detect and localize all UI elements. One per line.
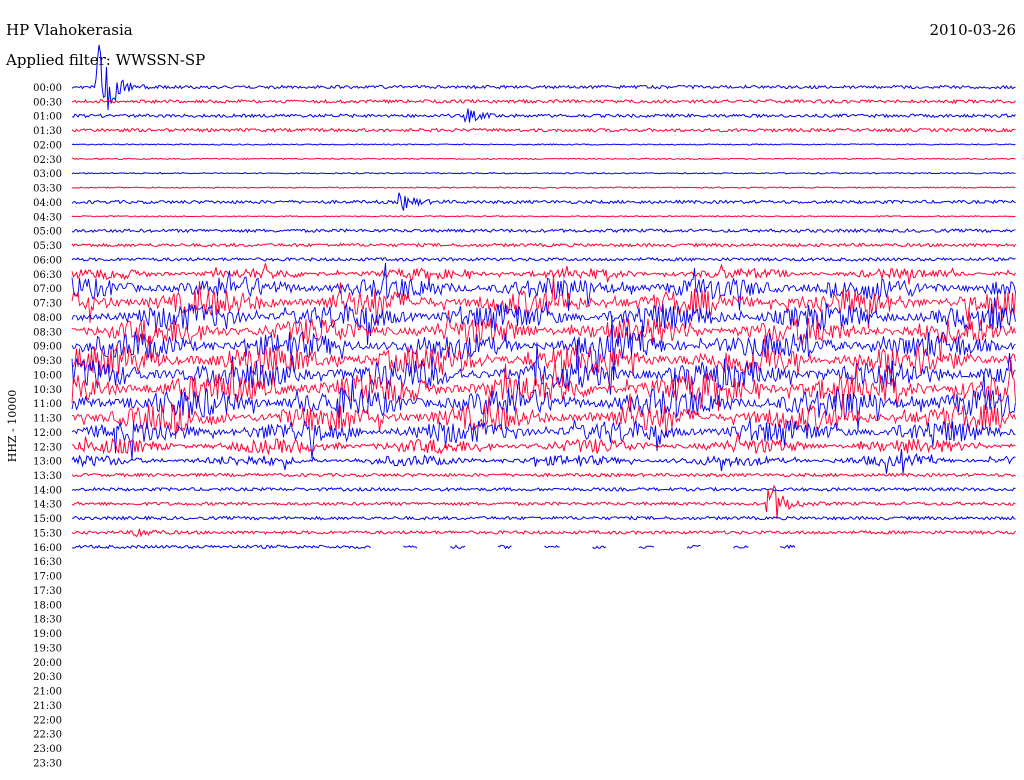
time-label: 07:30 (33, 299, 62, 310)
time-label: 18:00 (33, 600, 62, 611)
time-label: 00:00 (33, 83, 62, 94)
time-label: 17:00 (33, 572, 62, 583)
time-label: 22:00 (33, 715, 62, 726)
time-label: 03:00 (33, 169, 62, 180)
time-label: 15:00 (33, 514, 62, 525)
trace-row-0200 (71, 143, 1016, 146)
trace-row-0630 (71, 263, 1016, 285)
seismic-traces (71, 44, 1016, 550)
time-label: 10:30 (33, 385, 62, 396)
trace-row-0830 (71, 307, 1016, 362)
time-label: 23:00 (33, 744, 62, 755)
time-label: 03:30 (33, 184, 62, 195)
trace-row-1330 (71, 472, 1016, 478)
trace-row-0330 (72, 186, 1016, 189)
time-label: 18:30 (33, 615, 62, 626)
time-label: 13:30 (33, 471, 62, 482)
time-label: 14:30 (33, 500, 62, 511)
time-label: 05:30 (33, 241, 62, 252)
time-label: 07:00 (33, 284, 62, 295)
channel-label: HHZ - 10000 (6, 390, 19, 463)
time-label: 19:30 (33, 643, 62, 654)
trace-row-1300 (71, 448, 1016, 474)
time-label: 15:30 (33, 528, 62, 539)
time-label: 23:30 (33, 758, 62, 769)
time-label: 00:30 (33, 97, 62, 108)
time-label: 22:30 (33, 730, 62, 741)
trace-row-0800 (71, 297, 1016, 345)
time-label: 08:30 (33, 327, 62, 338)
time-label: 11:00 (33, 399, 62, 410)
trace-row-0430 (71, 215, 1016, 218)
time-label: 16:30 (33, 557, 62, 568)
trace-row-0300 (71, 171, 1016, 175)
time-label: 19:00 (33, 629, 62, 640)
trace-row-1200 (71, 419, 1016, 461)
trace-row-1500 (71, 515, 1016, 521)
trace-row-1600 (72, 544, 796, 550)
trace-row-0530 (71, 242, 1016, 248)
trace-row-0030 (71, 98, 1016, 105)
time-label: 16:00 (33, 543, 62, 554)
time-label: 20:00 (33, 658, 62, 669)
time-label: 21:30 (33, 701, 62, 712)
trace-row-0400 (71, 192, 1016, 211)
trace-row-0230 (71, 157, 1016, 161)
time-label: 17:30 (33, 586, 62, 597)
trace-row-1430 (71, 484, 1016, 520)
trace-row-1530 (71, 528, 1016, 538)
time-label: 14:00 (33, 485, 62, 496)
trace-row-0100 (71, 108, 1016, 124)
time-label: 10:00 (33, 370, 62, 381)
time-label: 11:30 (33, 414, 62, 425)
time-label: 21:00 (33, 687, 62, 698)
time-label: 20:30 (33, 672, 62, 683)
time-label: 08:00 (33, 313, 62, 324)
time-label: 04:30 (33, 212, 62, 223)
trace-row-0500 (71, 228, 1016, 234)
trace-row-1400 (71, 486, 1016, 492)
time-label: 04:00 (33, 198, 62, 209)
time-label: 05:00 (33, 227, 62, 238)
time-label: 06:30 (33, 270, 62, 281)
time-labels: 00:00 00:30 01:00 01:30 02:00 02:30 03:00 03:30… (33, 83, 62, 769)
time-label: 12:30 (33, 442, 62, 453)
time-label: 01:00 (33, 112, 62, 123)
trace-row-0000 (71, 44, 1016, 111)
time-label: 06:00 (33, 255, 62, 266)
time-label: 01:30 (33, 126, 62, 137)
time-label: 09:30 (33, 356, 62, 367)
helicorder-plot: 00:00 00:30 01:00 01:30 02:00 02:30 03:00 03:30… (6, 44, 1016, 769)
trace-row-0600 (71, 256, 1016, 263)
time-label: 09:00 (33, 342, 62, 353)
time-label: 02:00 (33, 140, 62, 151)
time-label: 12:00 (33, 428, 62, 439)
time-label: 02:30 (33, 155, 62, 166)
time-label: 13:00 (33, 457, 62, 468)
trace-row-0130 (71, 127, 1016, 133)
